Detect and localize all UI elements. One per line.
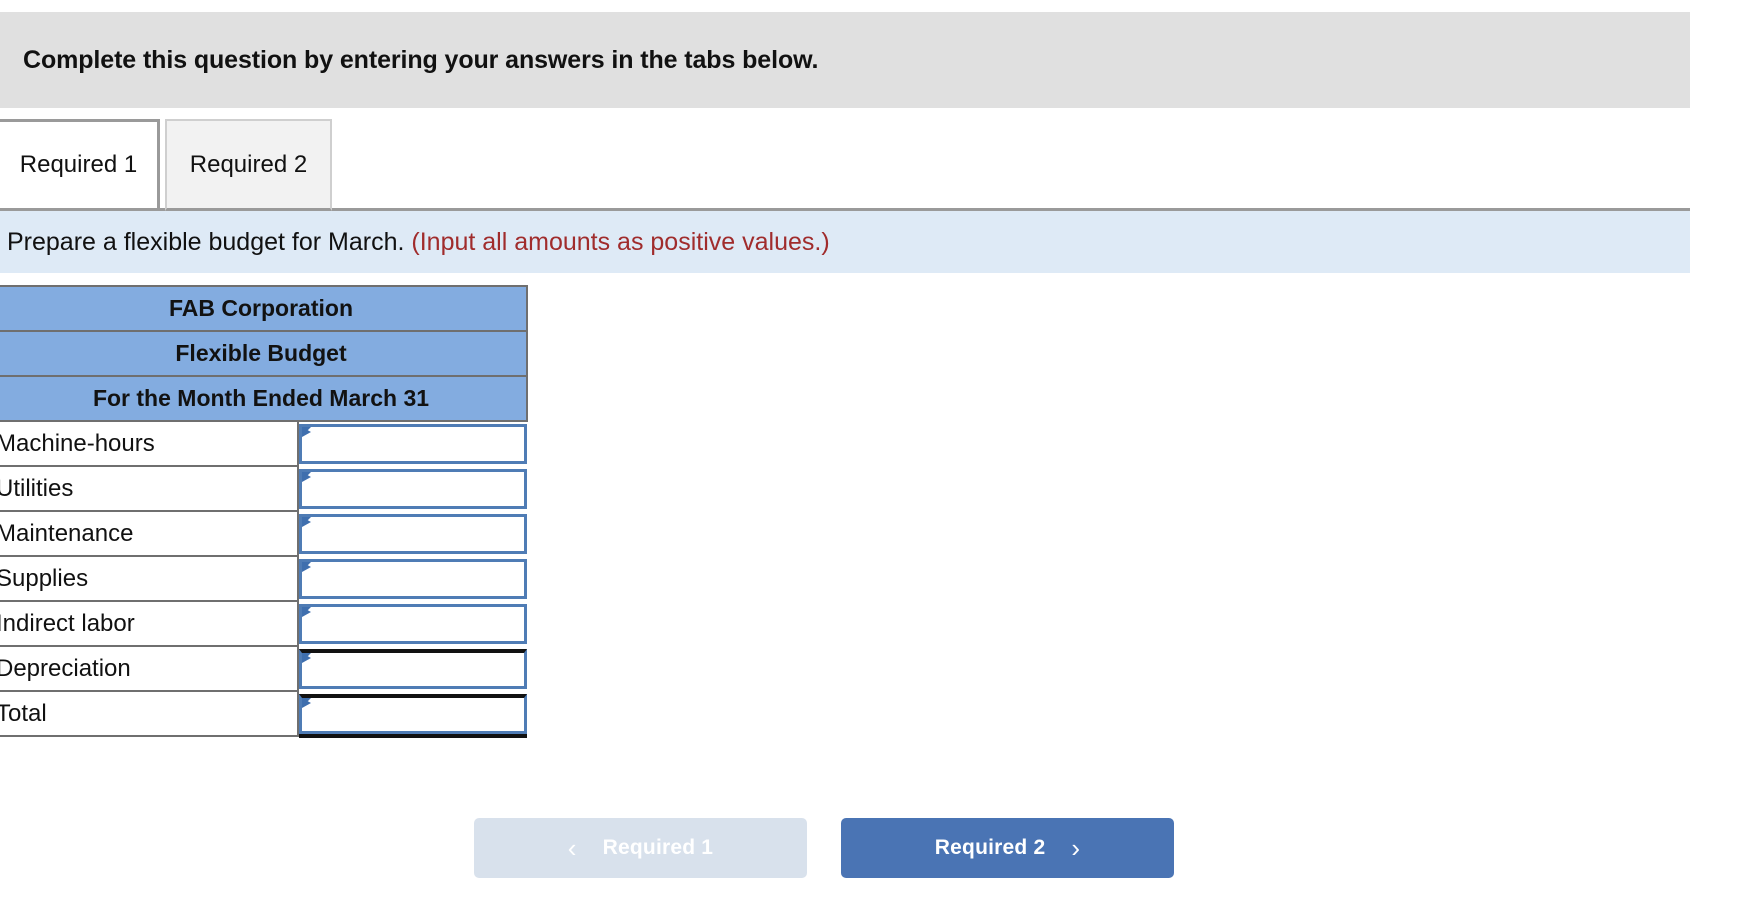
cell-flag-icon [302,606,311,625]
question-banner: Complete this question by entering your … [0,12,1690,108]
table-title-row: FAB Corporation [0,285,528,332]
instruction-note: (Input all amounts as positive values.) [411,227,830,256]
flexible-budget-table: FAB Corporation Flexible Budget For the … [0,285,528,737]
row-label-total: Total [0,691,299,737]
input-wrapper [299,468,527,509]
next-required-2-label: Required 2 [934,836,1046,859]
table-row: Indirect labor [0,601,527,647]
input-wrapper [299,693,527,734]
table-row: Maintenance [0,511,527,557]
table-title-company: FAB Corporation [0,285,528,332]
cell-flag-icon [302,471,311,490]
input-total[interactable] [302,697,524,731]
input-indirect-labor[interactable] [302,606,524,641]
row-input-cell-machine-hours[interactable] [298,421,527,466]
input-wrapper [299,513,527,554]
row-label-machine-hours: Machine-hours [0,420,299,467]
prev-required-1-button[interactable]: ‹ Required 1 [474,818,807,878]
input-wrapper [299,603,527,644]
cell-flag-icon [302,697,311,716]
row-input-cell-indirect-labor[interactable] [298,601,527,646]
row-label-maintenance: Maintenance [0,511,299,557]
navigation-bar: ‹ Required 1 Required 2 › [0,818,1738,888]
table-row: Depreciation [0,646,527,692]
chevron-right-icon: › [1071,833,1081,863]
tab-strip: Required 1 Required 2 [0,119,1738,211]
chevron-left-icon: ‹ [567,833,577,863]
row-label-indirect-labor: Indirect labor [0,601,299,647]
row-input-cell-depreciation[interactable] [298,646,527,691]
input-wrapper [299,648,527,689]
input-wrapper [299,558,527,599]
next-required-2-button[interactable]: Required 2 › [841,818,1174,878]
row-label-supplies: Supplies [0,556,299,602]
tab-required-1[interactable]: Required 1 [0,119,160,208]
table-row: Utilities [0,466,527,512]
input-depreciation[interactable] [302,652,524,686]
cell-flag-icon [302,561,311,580]
table-title-statement: Flexible Budget [0,330,528,377]
prev-required-1-label: Required 1 [602,836,714,859]
input-supplies[interactable] [302,561,524,596]
input-wrapper [299,424,527,464]
input-machine-hours[interactable] [302,427,524,461]
row-input-cell-supplies[interactable] [298,556,527,601]
row-input-cell-utilities[interactable] [298,466,527,511]
table-title-row: For the Month Ended March 31 [0,375,528,422]
row-label-utilities: Utilities [0,466,299,512]
tab-required-2[interactable]: Required 2 [165,119,332,211]
row-input-cell-total[interactable] [298,691,527,736]
tab-required-2-label: Required 2 [189,150,308,178]
question-banner-text: Complete this question by entering your … [23,45,819,74]
cell-flag-icon [302,427,311,445]
cell-flag-icon [302,652,311,671]
input-utilities[interactable] [302,471,524,506]
table-title-row: Flexible Budget [0,330,528,377]
instruction-bar: Prepare a flexible budget for March. (In… [0,211,1690,273]
input-maintenance[interactable] [302,516,524,551]
table-row-total: Total [0,691,527,737]
row-input-cell-maintenance[interactable] [298,511,527,556]
instruction-text: Prepare a flexible budget for March. (In… [0,228,830,257]
table-title-period: For the Month Ended March 31 [0,375,528,422]
table-row: Machine-hours [0,420,527,467]
instruction-main: Prepare a flexible budget for March. [7,227,405,256]
row-label-depreciation: Depreciation [0,646,299,692]
table-row: Supplies [0,556,527,602]
cell-flag-icon [302,516,311,535]
tab-required-1-label: Required 1 [19,151,138,178]
